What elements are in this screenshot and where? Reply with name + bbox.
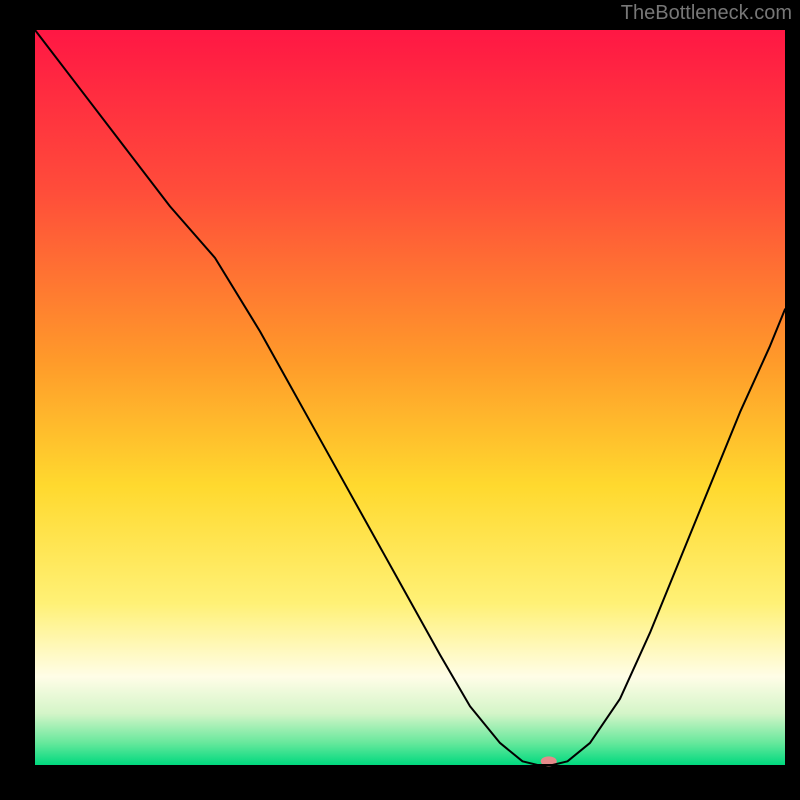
plot-background <box>35 30 785 765</box>
bottleneck-chart: TheBottleneck.com <box>0 0 800 800</box>
chart-svg <box>0 0 800 800</box>
watermark-text: TheBottleneck.com <box>621 2 792 25</box>
